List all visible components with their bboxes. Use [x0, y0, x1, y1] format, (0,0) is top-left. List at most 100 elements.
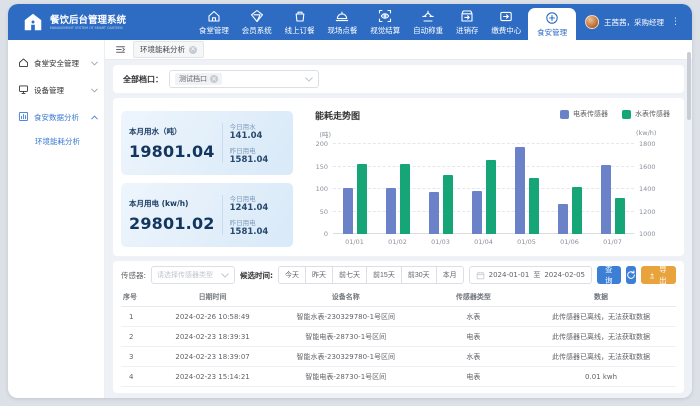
nav-item-dinein[interactable]: 现场点餐 [321, 4, 363, 40]
electric-yesterday-value: 1581.04 [230, 227, 285, 237]
bar-electric[interactable] [386, 188, 396, 234]
bar-water[interactable] [615, 198, 625, 234]
nav-item-payment[interactable]: 缴费中心 [485, 4, 527, 40]
bar-water[interactable] [443, 175, 453, 234]
collapse-menu-icon[interactable] [115, 44, 126, 55]
export-button[interactable]: 导出 [641, 266, 677, 284]
nav-item-visual[interactable]: 视觉结算 [364, 4, 406, 40]
table-row[interactable]: 52024-02-23 15:13:25智能水表-230329780-1号区间水… [121, 387, 676, 393]
user-box[interactable]: 王茜茜，采购经理 ⋮ [577, 4, 692, 40]
bar-electric[interactable] [343, 188, 353, 234]
table-cell: 电表 [421, 327, 526, 346]
user-name: 王茜茜，采购经理 [604, 17, 664, 28]
stall-select[interactable]: 测试档口 [169, 70, 319, 88]
table-header-cell: 日期时间 [154, 288, 271, 306]
bar-electric[interactable] [472, 191, 482, 234]
tab-strip: 环境能耗分析 [105, 40, 692, 60]
table-cell: 此传感器已离线，无法获取数据 [526, 327, 676, 346]
safety-icon [545, 11, 559, 25]
nav-item-weigh[interactable]: 自动称重 [407, 4, 449, 40]
refresh-button[interactable] [626, 266, 636, 284]
nav-item-inventory[interactable]: 进销存 [450, 4, 485, 40]
table-header-cell: 设备名称 [271, 288, 421, 306]
gridline [333, 211, 634, 212]
avatar [585, 15, 599, 29]
water-card-title: 本月用水（吨） [129, 126, 215, 137]
sensor-filter-label: 传感器: [121, 270, 146, 281]
quick-range-1[interactable]: 昨天 [305, 266, 333, 284]
query-row: 传感器: 请选择传感器类型 候选时间: 今天昨天前七天前15天前30天本月 [113, 261, 684, 288]
table-row[interactable]: 32024-02-23 18:39:07智能水表-230329780-1号区间水… [121, 347, 676, 367]
electric-today-label: 今日用电 [230, 193, 285, 203]
tab-energy-analysis[interactable]: 环境能耗分析 [133, 41, 204, 58]
table-cell: 0.01 kwh [526, 368, 676, 385]
nav-item-order[interactable]: 线上订餐 [279, 4, 321, 40]
x-axis-label: 01/01 [345, 238, 364, 246]
sensor-select-placeholder: 请选择传感器类型 [157, 270, 213, 280]
table-row[interactable]: 12024-02-26 10:58:49智能水表-230329780-1号区间水… [121, 307, 676, 327]
table-cell: 此传感器已离线，无法获取数据 [526, 307, 676, 326]
quick-range-0[interactable]: 今天 [278, 266, 306, 284]
table-cell: 167 吨 [526, 387, 676, 393]
table-cell: 3 [121, 348, 154, 365]
date-end[interactable]: 2024-02-05 [544, 271, 585, 279]
table-cell: 水表 [421, 387, 526, 393]
bar-water[interactable] [529, 178, 539, 234]
legend-swatch [560, 110, 569, 119]
pay-icon [499, 9, 513, 23]
top-header: 餐饮后台管理系统 MANAGEMENT SYSTEM OF SMART CANT… [8, 4, 692, 40]
nav-item-canteen[interactable]: 食堂管理 [193, 4, 235, 40]
bar-water[interactable] [572, 187, 582, 234]
bar-electric[interactable] [601, 165, 611, 234]
bar-water[interactable] [400, 164, 410, 234]
table-row[interactable]: 42024-02-23 15:14:21智能电表-28730-1号区间电表0.0… [121, 367, 676, 387]
house-icon [207, 9, 221, 23]
sidebar-item-device-mgmt[interactable]: 设备管理 [8, 77, 104, 104]
sidebar-subitem-energy-analysis[interactable]: 环境能耗分析 [8, 131, 104, 152]
quick-range-2[interactable]: 前七天 [332, 266, 367, 284]
device-icon [18, 84, 29, 97]
nav-item-label: 视觉结算 [370, 25, 400, 36]
date-range-picker[interactable]: 2024-01-01 至 2024-02-05 [469, 266, 592, 284]
table-cell: 智能水表-230329780-1号区间 [271, 387, 421, 393]
table-cell: 智能电表-28730-1号区间 [271, 367, 421, 386]
chart-plot: 01000501200100140015016002001800(吨)(kw/h… [333, 144, 634, 234]
legend-water[interactable]: 水表传感器 [622, 109, 670, 119]
sidebar-item-canteen-safety[interactable]: 食堂安全管理 [8, 50, 104, 77]
gem-icon [250, 9, 264, 23]
date-start[interactable]: 2024-01-01 [489, 271, 530, 279]
stats-chart-panel: 本月用水（吨） 19801.04 今日用水 141.04 昨日用电 1581 [113, 98, 684, 256]
bar-water[interactable] [357, 164, 367, 234]
nav-item-member[interactable]: 会员系统 [236, 4, 278, 40]
stat-cards: 本月用水（吨） 19801.04 今日用水 141.04 昨日用电 1581 [121, 111, 293, 247]
quick-range-5[interactable]: 本月 [436, 266, 464, 284]
bar-electric[interactable] [429, 192, 439, 234]
search-button[interactable]: 查询 [597, 266, 621, 284]
x-axis-label: 01/06 [560, 238, 579, 246]
nav-item-label: 现场点餐 [327, 25, 357, 36]
stall-tag-close-icon[interactable] [210, 75, 218, 83]
electric-today-value: 1241.04 [230, 203, 285, 213]
table-header-cell: 序号 [121, 288, 154, 306]
right-axis-tick: 1200 [634, 208, 656, 216]
quick-range-group: 今天昨天前七天前15天前30天本月 [278, 266, 464, 284]
nav-item-food-safety[interactable]: 食安管理 [528, 8, 576, 40]
sidebar: 食堂安全管理设备管理食安数据分析环境能耗分析 [8, 40, 105, 398]
quick-range-4[interactable]: 前30天 [401, 266, 437, 284]
sensor-type-select[interactable]: 请选择传感器类型 [151, 266, 235, 284]
table-cell: 智能水表-230329780-1号区间 [271, 307, 421, 326]
bar-electric[interactable] [558, 204, 568, 234]
sidebar-item-data-analysis[interactable]: 食安数据分析 [8, 104, 104, 131]
quick-range-3[interactable]: 前15天 [366, 266, 402, 284]
bar-water[interactable] [486, 160, 496, 234]
table-row[interactable]: 22024-02-23 18:39:31智能电表-28730-1号区间电表此传感… [121, 327, 676, 347]
scale-icon [421, 9, 435, 23]
legend-electric[interactable]: 电表传感器 [560, 109, 608, 119]
table-cell: 2024-02-23 15:13:25 [154, 388, 271, 393]
bar-electric[interactable] [515, 147, 525, 234]
chart-icon [18, 111, 29, 124]
sensor-data-table: 序号日期时间设备名称传感器类型数据12024-02-26 10:58:49智能水… [113, 288, 684, 393]
scrollbar-thumb[interactable] [687, 52, 691, 120]
tab-close-icon[interactable] [189, 46, 197, 54]
user-menu-icon[interactable]: ⋮ [669, 17, 682, 27]
